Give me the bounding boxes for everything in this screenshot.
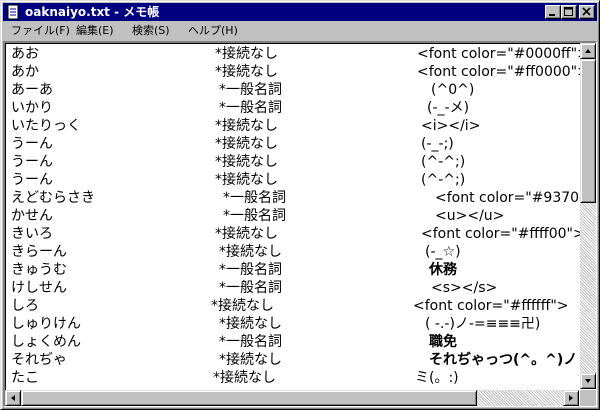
text-line: いたりっく *接続なし <i></i>	[11, 118, 481, 134]
text-line: しゅりけん *接続なし( -.-)ノ-=≡≡≡卍)	[11, 316, 541, 332]
menu-edit[interactable]: 編集(E)	[73, 22, 117, 40]
menu-help[interactable]: ヘルプ(H)	[185, 22, 241, 40]
horizontal-scrollbar[interactable]	[5, 390, 579, 406]
text-editor[interactable]: あお *接続なし <font color="#0000ff"> あか *接続なし <fo…	[3, 41, 597, 407]
arrow-right-icon	[569, 395, 573, 401]
window-title: oaknaiyo.txt - メモ帳	[25, 5, 160, 19]
arrow-up-icon	[585, 49, 591, 53]
text-content[interactable]: あお *接続なし <font color="#0000ff"> あか *接続なし <fo…	[7, 45, 581, 389]
text-line: うーん *接続なし (^-^;)	[11, 154, 466, 170]
text-line: うーん *接続なし (-_-;)	[11, 136, 454, 152]
minimize-icon	[549, 14, 555, 16]
menu-bar: ファイル(F) 編集(E) 検索(S) ヘルプ(H)	[3, 22, 597, 40]
scroll-up-button[interactable]	[580, 43, 596, 59]
text-line: けしせん *一般名詞 <s></s>	[11, 280, 498, 296]
text-line: しろ *接続なし <font color="#ffffff">	[11, 298, 569, 314]
text-line: たこ *接続なし ミ(。:)	[11, 370, 459, 386]
text-line: きゅうむ *一般名詞 休務	[11, 262, 457, 278]
arrow-left-icon	[11, 395, 15, 401]
text-line: あか *接続なし <font color="#ff0000">	[11, 64, 581, 80]
scroll-left-button[interactable]	[5, 390, 21, 406]
text-line: あお *接続なし <font color="#0000ff">	[11, 46, 581, 62]
text-line: いかり *一般名詞 (-_-メ)	[11, 100, 470, 116]
menu-file[interactable]: ファイル(F)	[8, 22, 73, 40]
text-line: えどむらさき*一般名詞<font color="#9370db">	[11, 190, 581, 206]
vertical-scroll-thumb[interactable]	[580, 59, 596, 203]
menu-search[interactable]: 検索(S)	[129, 22, 173, 40]
maximize-icon	[564, 7, 573, 16]
vertical-scrollbar[interactable]	[580, 43, 596, 389]
scroll-right-button[interactable]	[563, 390, 579, 406]
text-line: それぢゃ *接続なし それぢゃっつ(^。^)ノ	[11, 352, 578, 368]
title-bar[interactable]: oaknaiyo.txt - メモ帳	[3, 3, 597, 21]
arrow-down-icon	[585, 379, 591, 383]
text-line: かせん *一般名詞 <u></u>	[11, 208, 505, 224]
notepad-window: oaknaiyo.txt - メモ帳 ファイル(F) 編集(E) 検索(S) ヘ…	[0, 0, 600, 410]
minimize-button[interactable]	[545, 5, 561, 19]
close-icon	[582, 7, 591, 16]
text-line: あーあ *一般名詞 (^0^)	[11, 82, 475, 98]
maximize-button[interactable]	[561, 5, 577, 19]
close-button[interactable]	[579, 5, 595, 19]
horizontal-scroll-thumb[interactable]	[21, 390, 477, 406]
text-line: きらーん *接続なし (-_☆)	[11, 244, 461, 260]
text-line: きいろ *接続なし <font color="#ffff00">	[11, 226, 581, 242]
text-line: しょくめん *一般名詞 職免	[11, 334, 457, 350]
text-line: うーん *接続なし (^-^;)	[11, 172, 466, 188]
notepad-icon[interactable]	[5, 4, 21, 20]
scroll-down-button[interactable]	[580, 373, 596, 389]
size-grip	[580, 390, 596, 406]
